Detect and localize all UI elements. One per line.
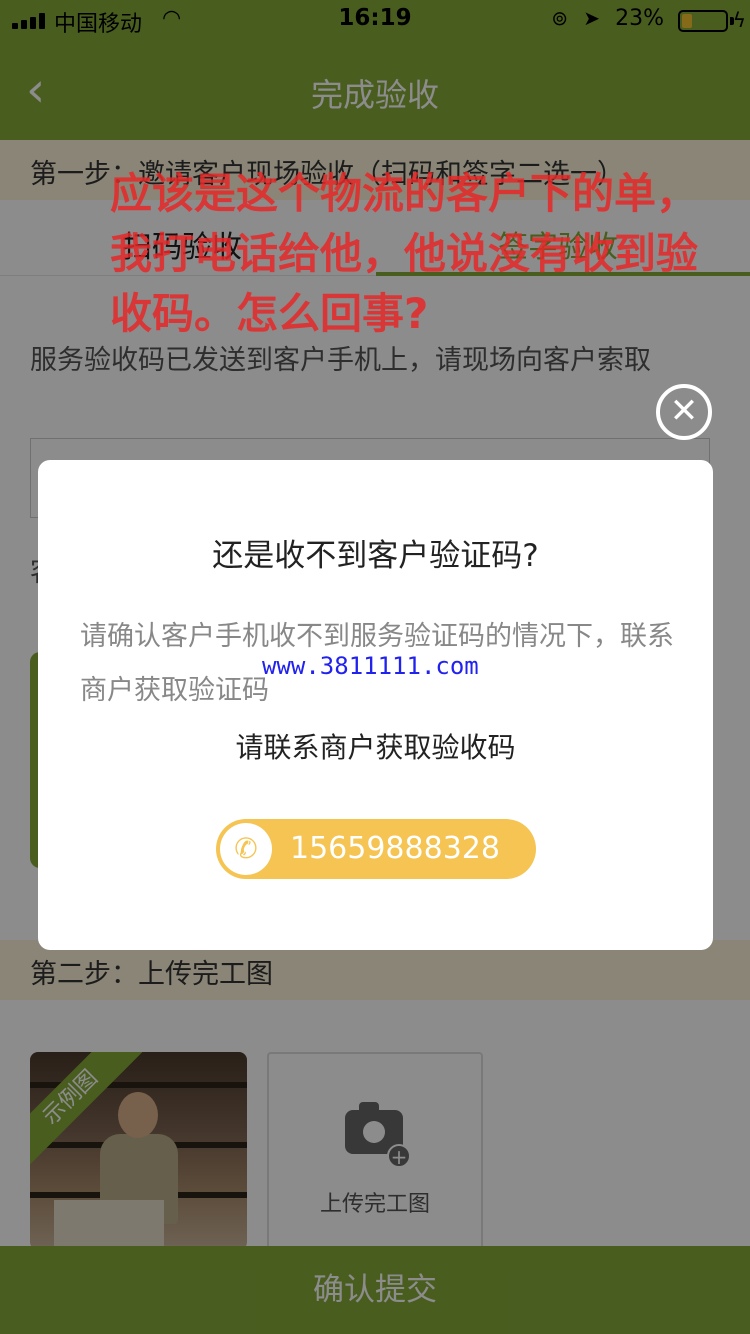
red-annotation: 应该是这个物流的客户下的单，我打电话给他，他说没有收到验收码。怎么回事?	[110, 169, 699, 338]
close-icon[interactable]: ✕	[656, 384, 712, 440]
dialog-title: 还是收不到客户验证码?	[212, 538, 539, 574]
phone-number: 15659888328	[290, 831, 500, 866]
phone-icon: ✆	[220, 823, 272, 875]
help-dialog: 还是收不到客户验证码? 请确认客户手机收不到服务验证码的情况下，联系商户获取验证…	[38, 460, 713, 950]
watermark-text: www.3811111.com	[262, 652, 479, 680]
call-merchant-button[interactable]: ✆ 15659888328	[216, 819, 536, 879]
dialog-subtitle: 请联系商户获取验收码	[235, 731, 516, 764]
